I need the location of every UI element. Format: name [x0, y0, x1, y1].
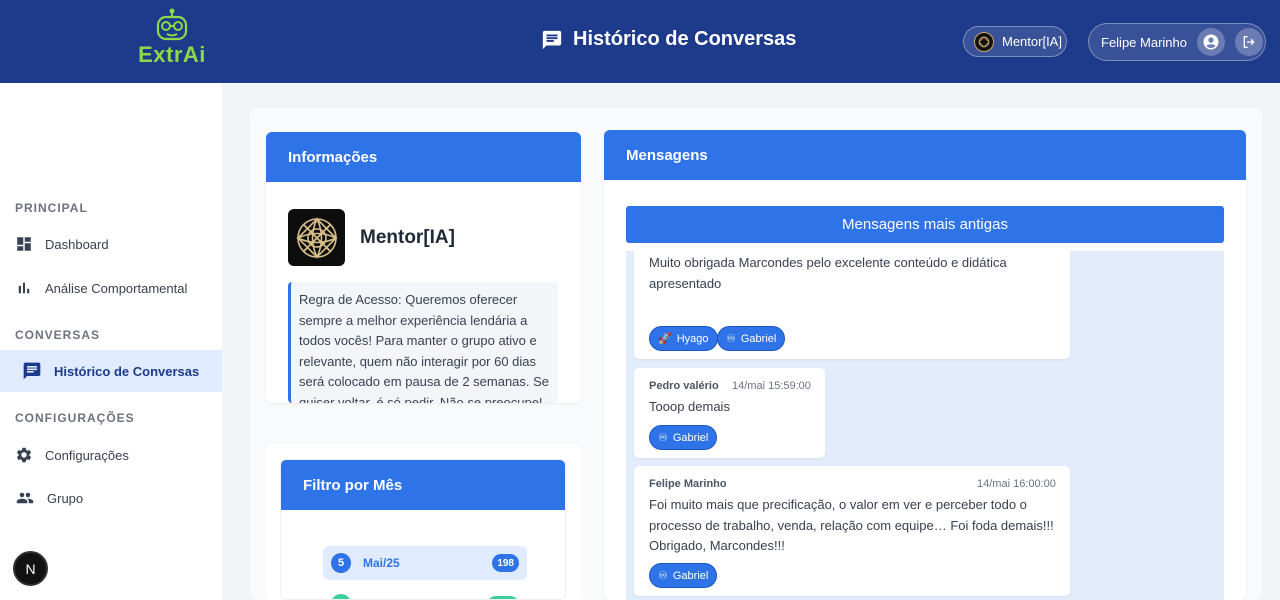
- infinity-icon: ♾: [658, 432, 668, 444]
- sidebar-item-label: Grupo: [47, 490, 84, 506]
- user-menu[interactable]: Felipe Marinho: [1088, 23, 1266, 61]
- mentor-selector[interactable]: Mentor[IA]: [963, 26, 1067, 57]
- bar-chart-icon: [18, 282, 30, 294]
- group-icon: [16, 492, 34, 504]
- filter-card-header: Filtro por Mês: [281, 460, 565, 510]
- message-text: Muito obrigada Marcondes pelo excelente …: [649, 255, 1007, 291]
- message-timestamp: 14/mai 15:59:00: [732, 380, 811, 392]
- page-title-text: Histórico de Conversas: [573, 28, 797, 50]
- month-count-badge: [487, 596, 519, 599]
- dashboard-icon: [17, 237, 31, 251]
- mentor-avatar: [974, 31, 994, 52]
- month-number-badge: [331, 594, 351, 599]
- month-filter-card: Filtro por Mês 5 Mai/25 198: [280, 459, 566, 600]
- logout-button[interactable]: [1235, 28, 1263, 56]
- mentor-logo: [288, 209, 345, 266]
- messages-card: Mensagens Mensagens mais antigas Muito o…: [604, 130, 1246, 600]
- app-logo[interactable]: ExtrAi: [136, 8, 208, 70]
- chat-icon: [23, 362, 41, 380]
- sidebar-item-label: Dashboard: [45, 236, 109, 252]
- account-circle-icon: [1203, 34, 1219, 50]
- reaction-chip[interactable]: ♾ Gabriel: [649, 425, 718, 450]
- info-card-header: Informações: [266, 132, 581, 182]
- messages-card-header: Mensagens: [604, 130, 1246, 180]
- reaction-chip[interactable]: ♾ Gabriel: [649, 563, 718, 588]
- infinity-icon: ♾: [726, 333, 736, 345]
- logout-icon: [1243, 36, 1255, 48]
- mentor-name: Mentor[IA]: [360, 227, 455, 248]
- message-timestamp: 14/mai 16:00:00: [977, 478, 1056, 490]
- mentor-pill-label: Mentor[IA]: [1002, 34, 1062, 49]
- sidebar-item-grupo[interactable]: Grupo: [0, 477, 222, 519]
- robot-logo-icon: [156, 8, 188, 41]
- message-text: Foi muito mais que precificação, o valor…: [649, 497, 1054, 553]
- access-rules-text: Regra de Acesso: Queremos oferecer sempr…: [288, 282, 558, 403]
- reaction-name: Hyago: [676, 332, 709, 345]
- sidebar-item-configuracoes[interactable]: Configurações: [0, 434, 222, 476]
- load-older-messages-button[interactable]: Mensagens mais antigas: [626, 206, 1224, 243]
- sidebar-item-label: Histórico de Conversas: [54, 363, 200, 379]
- sidebar-item-analise[interactable]: Análise Comportamental: [0, 267, 222, 309]
- infinity-icon: ♾: [658, 570, 668, 582]
- sidebar-section-configuracoes: CONFIGURAÇÕES: [15, 411, 135, 425]
- info-card: Informações Mentor[IA] Regra de Acesso: …: [266, 132, 581, 403]
- mentor-emblem-icon: [295, 216, 338, 259]
- message-bubble: Pedro valério 14/mai 15:59:00 Tooop dema…: [634, 368, 825, 458]
- sidebar-item-label: Configurações: [45, 447, 129, 463]
- n-floating-button[interactable]: N: [13, 551, 48, 586]
- gear-icon: [16, 447, 32, 463]
- reaction-chip[interactable]: 🚀 Hyago: [649, 326, 718, 351]
- message-text: Tooop demais: [649, 399, 730, 414]
- logo-text: ExtrAi: [138, 42, 206, 67]
- account-button[interactable]: [1197, 28, 1225, 56]
- month-number-badge: 5: [331, 553, 351, 573]
- reaction-name: Gabriel: [672, 431, 709, 444]
- user-name: Felipe Marinho: [1101, 34, 1187, 50]
- sidebar-section-principal: PRINCIPAL: [15, 201, 88, 215]
- chat-icon: [542, 30, 562, 49]
- message-author: Pedro valério: [649, 380, 719, 392]
- reaction-chip[interactable]: ♾ Gabriel: [717, 326, 786, 351]
- message-author: Felipe Marinho: [649, 478, 727, 490]
- page-title: Histórico de Conversas: [541, 28, 796, 51]
- top-header: ExtrAi Histórico de Conversas Mentor[IA]…: [0, 0, 1280, 83]
- sidebar-section-conversas: CONVERSAS: [15, 328, 101, 342]
- sidebar-item-label: Análise Comportamental: [45, 280, 188, 296]
- month-label: Mai/25: [363, 556, 400, 570]
- month-count-badge: 198: [492, 554, 519, 572]
- sidebar-item-historico[interactable]: Histórico de Conversas: [0, 350, 222, 392]
- reaction-name: Gabriel: [740, 332, 777, 345]
- message-bubble: Muito obrigada Marcondes pelo excelente …: [634, 251, 1070, 359]
- reaction-name: Gabriel: [672, 569, 709, 582]
- message-bubble: Felipe Marinho 14/mai 16:00:00 Foi muito…: [634, 466, 1070, 596]
- sidebar-item-dashboard[interactable]: Dashboard: [0, 223, 222, 265]
- messages-list[interactable]: Muito obrigada Marcondes pelo excelente …: [626, 251, 1224, 600]
- month-filter-item[interactable]: 5 Mai/25 198: [323, 546, 527, 580]
- rocket-icon: 🚀: [658, 333, 672, 345]
